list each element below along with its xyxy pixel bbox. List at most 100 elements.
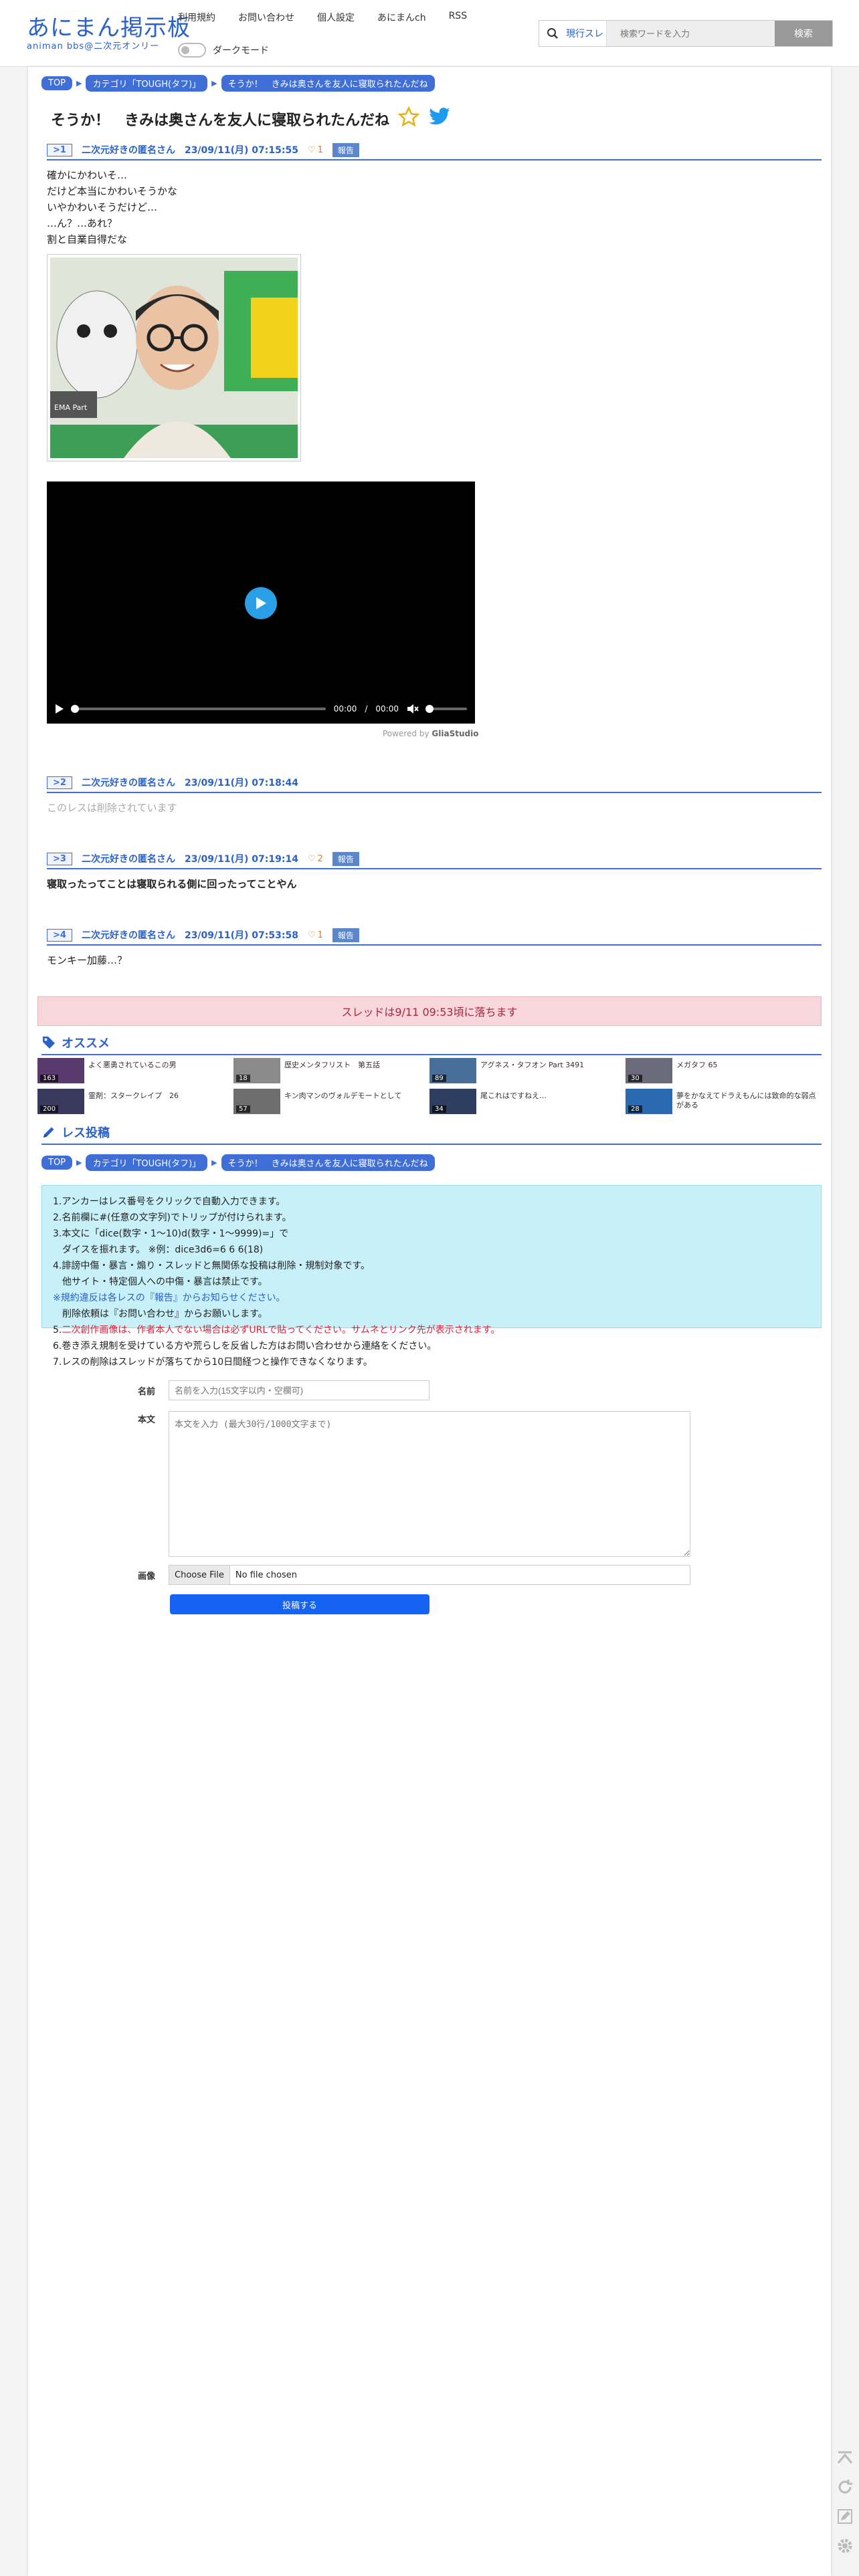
breadcrumb-category[interactable]: カテゴリ「TOUGH(タフ)」 [86,75,208,92]
time-separator: / [365,704,368,714]
reply-count: 18 [236,1075,250,1082]
recommend-item-title: よく悪勇されているこの男 [88,1061,177,1069]
dark-mode-label: ダークモード [213,45,269,56]
search-bar: 現行スレ 検索 [539,20,833,47]
breadcrumb-thread[interactable]: そうか！ きみは奥さんを友人に寝取られたんだね [221,75,435,92]
rule-line: 4.誹謗中傷・暴言・煽り・スレッドと無関係な投稿は削除・規制対象です。 [53,1261,370,1271]
post-number[interactable]: >1 [47,143,72,156]
rule5-prefix: 5. [53,1325,62,1335]
video-player[interactable]: 00:00 / 00:00 [47,481,475,724]
recommend-item[interactable]: 18 歴史メンタフリスト 第五話 [233,1058,430,1083]
like-button[interactable]: ♡ 1 [308,930,323,940]
heart-icon: ♡ [307,930,316,940]
like-count: 2 [317,853,323,864]
rule-line: 1.アンカーはレス番号をクリックで自動入力できます。 [53,1196,286,1207]
dark-mode-switch[interactable] [178,43,206,58]
post-header: >4 二次元好きの匿名さん 23/09/11(月) 07:53:58 ♡ 1 報… [47,926,822,946]
powered-by-brand[interactable]: GliaStudio [432,729,478,738]
play-small-icon[interactable] [55,704,64,714]
search-input[interactable] [606,21,775,46]
recommend-item[interactable]: 28 夢をかなえてドラえもんには致命的な弱点がある [626,1089,822,1114]
image-file-input[interactable]: Choose File No file chosen [169,1565,690,1585]
recommend-item[interactable]: 34 尾これはですねえ… [430,1089,626,1114]
nav-contact[interactable]: お問い合わせ [238,11,294,24]
image-label: 画像 [137,1572,155,1582]
post-number[interactable]: >4 [47,928,72,942]
compose-icon[interactable] [835,2506,855,2527]
post-header: >2 二次元好きの匿名さん 23/09/11(月) 07:18:44 [47,773,822,793]
body-textarea[interactable] [169,1411,690,1557]
body-label: 本文 [137,1415,155,1425]
nav-rss[interactable]: RSS [449,11,468,24]
post-header: >3 二次元好きの匿名さん 23/09/11(月) 07:19:14 ♡ 2 報… [47,849,822,869]
reply-count: 57 [236,1105,250,1113]
favorite-star-icon[interactable] [397,106,420,132]
rule5-warning: 二次創作画像は、作者本人でない場合は必ずURLで貼ってください。サムネとリンク先… [62,1325,500,1335]
post-header: >1 二次元好きの匿名さん 23/09/11(月) 07:15:55 ♡ 1 報… [47,140,822,160]
breadcrumb-top[interactable]: TOP [41,1156,73,1170]
play-button[interactable] [245,587,277,619]
submit-button[interactable]: 投稿する [170,1594,430,1614]
nav-animanch[interactable]: あにまんch [377,11,426,24]
recommend-item-title: キン肉マンのヴォルデモートとして [284,1091,402,1100]
choose-file-button[interactable]: Choose File [169,1566,230,1584]
post-line: 割と自業自得だな [47,233,128,245]
breadcrumb-category[interactable]: カテゴリ「TOUGH(タフ)」 [86,1154,208,1171]
scroll-top-icon[interactable] [835,2448,855,2468]
progress-bar[interactable] [71,705,326,713]
recommend-item[interactable]: 57 キン肉マンのヴォルデモートとして [233,1089,430,1114]
site-logo[interactable]: あにまん掲示板 animan bbs@二次元オンリー [27,15,191,52]
search-button[interactable]: 検索 [775,21,832,46]
rule-line: 5.二次創作画像は、作者本人でない場合は必ずURLで貼ってください。サムネとリン… [53,1322,810,1338]
report-button[interactable]: 報告 [332,928,359,942]
report-button[interactable]: 報告 [332,851,359,866]
video-controls: 00:00 / 00:00 [47,694,475,724]
logo-main-text: あにまん掲示板 [27,15,191,41]
recommend-thumbnail: 200 [37,1089,84,1114]
thread-title-text: そうか！ きみは奥さんを友人に寝取られたんだね [51,112,390,129]
post-body: モンキー加藤…？ [47,954,128,966]
page: あにまん掲示板 animan bbs@二次元オンリー 利用規約 お問い合わせ 個… [0,0,859,2576]
dark-mode-toggle[interactable]: ダークモード [178,43,269,58]
recommend-thumbnail: 89 [430,1058,476,1083]
post-number[interactable]: >2 [47,776,72,789]
recommend-thumbnail: 57 [233,1089,280,1114]
name-input[interactable] [169,1380,430,1400]
recommend-thumbnail: 18 [233,1058,280,1083]
recommend-item[interactable]: 163 よく悪勇されているこの男 [37,1058,233,1083]
post-line: 確かにかわいそ… [47,169,128,181]
breadcrumb-top[interactable]: TOP [41,76,73,90]
volume-slider[interactable] [425,705,467,713]
thread-title: そうか！ きみは奥さんを友人に寝取られたんだね [51,106,451,132]
like-button[interactable]: ♡ 1 [308,145,323,155]
side-toolbar [835,2448,855,2556]
main-content: TOP ▶ カテゴリ「TOUGH(タフ)」 ▶ そうか！ きみは奥さんを友人に寝… [28,67,831,2576]
recommend-item[interactable]: 89 アグネス・タフオン Part 3491 [430,1058,626,1083]
rule-line: 6.巻き添え規制を受けている方や荒らしを反省した方はお問い合わせから連絡をくださ… [53,1341,437,1352]
recommend-item[interactable]: 30 メガタフ 65 [626,1058,822,1083]
recommend-item[interactable]: 200 霊剤：スタークレイプ 26 [37,1089,233,1114]
photo-caption: EMA Part [54,403,88,412]
nav-settings[interactable]: 個人設定 [317,11,355,24]
breadcrumb-thread[interactable]: そうか！ きみは奥さんを友人に寝取られたんだね [221,1154,435,1171]
breadcrumb-separator: ▶ [76,1158,82,1167]
nav-terms[interactable]: 利用規約 [178,11,215,24]
reply-count: 163 [40,1075,59,1082]
reply-count: 200 [40,1105,59,1113]
post-date: 23/09/11(月) 07:18:44 [184,778,298,788]
post-line: だけど本当にかわいそうかな [47,185,178,197]
post-date: 23/09/11(月) 07:19:14 [184,854,298,865]
twitter-icon[interactable] [428,107,451,131]
search-type-select[interactable]: 現行スレ [566,27,606,40]
post-image[interactable]: EMA Part [47,254,301,461]
gear-icon[interactable] [835,2536,855,2556]
report-button[interactable]: 報告 [332,142,359,157]
reload-icon[interactable] [835,2477,855,2497]
recommend-item-title: 尾これはですねえ… [480,1091,547,1100]
logo-sub-text: animan bbs@二次元オンリー [27,41,160,51]
post-line: いやかわいそうだけど… [47,201,158,213]
reply-header: レス投稿 [41,1123,822,1145]
mute-icon[interactable] [407,704,419,714]
like-button[interactable]: ♡ 2 [308,854,323,864]
post-number[interactable]: >3 [47,852,72,865]
